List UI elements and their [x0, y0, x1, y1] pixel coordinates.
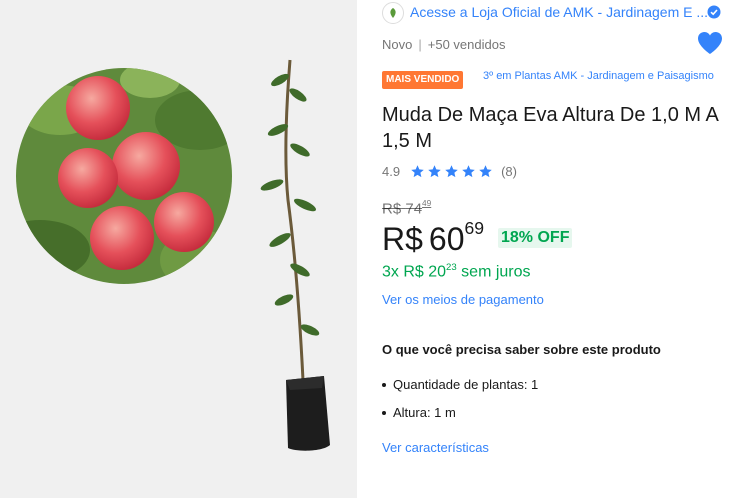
- price-cents: 69: [464, 218, 485, 238]
- best-seller-badge: MAIS VENDIDO: [382, 71, 464, 89]
- star-icon: [479, 165, 492, 178]
- product-subtitle: Novo | +50 vendidos: [382, 37, 505, 52]
- installments-info: 3x R$ 2023 sem juros: [382, 262, 531, 282]
- original-price-integer: 74: [405, 200, 423, 218]
- rating-stars: [410, 164, 493, 179]
- installments-cents: 23: [446, 262, 457, 273]
- store-logo-icon[interactable]: [382, 2, 404, 24]
- star-icon: [462, 165, 475, 178]
- category-rank-link[interactable]: 3º em Plantas AMK - Jardinagem e Paisagi…: [483, 70, 723, 83]
- features-heading: O que você precisa saber sobre este prod…: [382, 342, 661, 357]
- product-title: Muda De Maça Eva Altura De 1,0 M A 1,5 M: [382, 104, 718, 152]
- original-price: R$ 7449: [382, 199, 431, 217]
- review-count: (8): [501, 164, 517, 179]
- feature-item: Altura: 1 m: [382, 405, 456, 420]
- characteristics-link[interactable]: Ver características: [382, 440, 489, 455]
- price-currency: R$: [382, 220, 423, 257]
- star-icon: [445, 165, 458, 178]
- feature-item: Quantidade de plantas: 1: [382, 377, 538, 392]
- feature-text: Altura: 1 m: [393, 405, 456, 420]
- sold-count: +50 vendidos: [427, 37, 506, 52]
- star-icon: [428, 165, 441, 178]
- rating-score: 4.9: [382, 164, 401, 179]
- price-integer: 60: [428, 220, 465, 257]
- star-icon: [411, 165, 424, 178]
- payment-methods-link[interactable]: Ver os meios de pagamento: [382, 292, 544, 307]
- installments-amount: 3x R$ 20: [382, 263, 447, 281]
- current-price: R$ 6069: [382, 218, 484, 258]
- product-photo: [16, 59, 330, 451]
- rating-summary[interactable]: 4.9 (8): [382, 164, 517, 179]
- official-store-link[interactable]: Acesse a Loja Oficial de AMK - Jardinage…: [410, 4, 708, 20]
- installments-suffix: sem juros: [456, 263, 531, 281]
- separator: |: [418, 37, 422, 52]
- bullet-icon: [382, 410, 386, 415]
- verified-check-icon: [707, 5, 721, 19]
- condition-label: Novo: [382, 37, 413, 52]
- product-image[interactable]: [0, 0, 357, 498]
- original-price-cents: 49: [422, 199, 432, 208]
- discount-badge: 18% OFF: [498, 228, 573, 248]
- original-price-currency: R$: [382, 200, 402, 218]
- bullet-icon: [382, 382, 386, 387]
- feature-text: Quantidade de plantas: 1: [393, 377, 539, 392]
- favorite-heart-icon[interactable]: [697, 31, 723, 55]
